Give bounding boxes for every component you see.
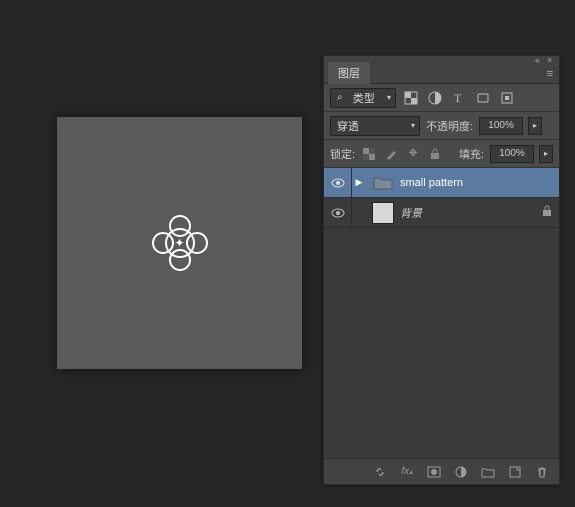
chevron-down-icon: ▾ <box>411 121 415 130</box>
visibility-toggle[interactable] <box>324 198 352 227</box>
lock-icon <box>535 205 559 220</box>
filter-shape-icon[interactable] <box>474 89 492 107</box>
layer-mask-icon[interactable] <box>425 463 443 481</box>
lock-pixels-icon[interactable] <box>383 146 399 162</box>
folder-icon <box>372 172 394 194</box>
lock-all-icon[interactable] <box>427 146 443 162</box>
opacity-slider-toggle[interactable]: ▸ <box>528 117 542 135</box>
layer-row[interactable]: ▶ small pattern <box>324 168 559 198</box>
layers-panel: « × 图层 ≡ ⌕ 类型 ▾ T 穿透 ▾ <box>323 55 560 485</box>
close-panel-icon[interactable]: × <box>547 56 555 64</box>
filter-adjustment-icon[interactable] <box>426 89 444 107</box>
filter-pixel-icon[interactable] <box>402 89 420 107</box>
layer-row[interactable]: 背景 <box>324 198 559 228</box>
artwork-preview: ✦ <box>150 213 210 273</box>
delete-layer-icon[interactable] <box>533 463 551 481</box>
opacity-label: 不透明度: <box>426 118 473 134</box>
layer-thumbnail <box>372 202 394 224</box>
layer-name[interactable]: 背景 <box>400 205 535 221</box>
filter-type-label: 类型 <box>353 90 375 106</box>
link-layers-icon[interactable] <box>371 463 389 481</box>
tab-layers[interactable]: 图层 <box>328 62 370 84</box>
new-group-icon[interactable] <box>479 463 497 481</box>
lock-transparency-icon[interactable] <box>361 146 377 162</box>
layer-list: ▶ small pattern 背景 <box>324 168 559 458</box>
canvas-area: ✦ <box>57 117 302 369</box>
blend-mode-value: 穿透 <box>337 118 359 134</box>
search-icon: ⌕ <box>337 92 343 103</box>
fill-label: 填充: <box>459 146 484 162</box>
adjustment-layer-icon[interactable] <box>452 463 470 481</box>
opacity-value[interactable]: 100% <box>479 117 523 135</box>
lock-position-icon[interactable]: ✥ <box>405 146 421 162</box>
blend-mode-dropdown[interactable]: 穿透 ▾ <box>330 116 420 136</box>
fill-slider-toggle[interactable]: ▸ <box>539 145 553 163</box>
filter-smart-icon[interactable] <box>498 89 516 107</box>
fill-value[interactable]: 100% <box>490 145 534 163</box>
filter-type-dropdown[interactable]: ⌕ 类型 ▾ <box>330 88 396 108</box>
chevron-down-icon: ▾ <box>387 93 391 102</box>
layer-name[interactable]: small pattern <box>400 177 535 189</box>
lock-label: 锁定: <box>330 146 355 162</box>
collapse-arrows-icon[interactable]: « <box>535 56 543 64</box>
panel-menu-icon[interactable]: ≡ <box>541 65 559 83</box>
filter-type-text-icon[interactable]: T <box>450 89 468 107</box>
visibility-toggle[interactable] <box>324 168 352 197</box>
disclosure-triangle[interactable]: ▶ <box>352 177 366 188</box>
new-layer-icon[interactable] <box>506 463 524 481</box>
layer-style-icon[interactable]: fx▴ <box>398 463 416 481</box>
svg-text:T: T <box>454 91 462 105</box>
